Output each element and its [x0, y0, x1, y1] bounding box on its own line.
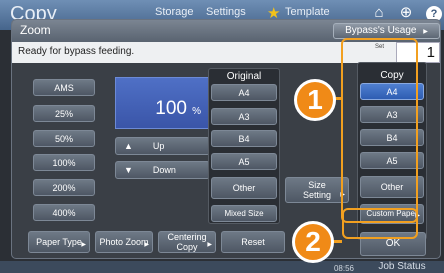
original-mixed-size-button[interactable]: Mixed Size [211, 205, 277, 222]
zoom-value: 100 [155, 98, 187, 119]
callout-badge-2: 2 [292, 221, 334, 263]
zoom-400-button[interactable]: 400% [33, 204, 95, 221]
paper-type-button[interactable]: Paper Type ▶ [28, 231, 90, 253]
callout-badge-1: 1 [294, 79, 336, 121]
original-other-button[interactable]: Other [211, 177, 277, 199]
zoom-100-button[interactable]: 100% [33, 154, 95, 171]
bypass-usage-button[interactable]: Bypass's Usage ▶ [333, 23, 440, 39]
zoom-down-button[interactable]: ▼ Down [115, 161, 210, 179]
job-status-button[interactable]: Job Status [360, 261, 444, 273]
status-message: Ready for bypass feeding. [18, 46, 135, 57]
arrow-icon: ▶ [81, 242, 86, 248]
original-a5-button[interactable]: A5 [211, 153, 277, 170]
ok-highlight-frame [342, 208, 418, 239]
original-b4-button[interactable]: B4 [211, 130, 277, 147]
original-a3-button[interactable]: A3 [211, 108, 277, 125]
copy-highlight-frame [341, 38, 418, 223]
zoom-down-label: Down [152, 165, 176, 175]
dialog-title: Zoom [20, 23, 51, 37]
tab-storage[interactable]: Storage [155, 6, 194, 18]
zoom-25-button[interactable]: 25% [33, 105, 95, 122]
tab-settings[interactable]: Settings [206, 6, 246, 18]
original-header: Original [226, 71, 262, 82]
zoom-up-button[interactable]: ▲ Up [115, 137, 210, 155]
zoom-ams-button[interactable]: AMS [33, 79, 95, 96]
photo-zoom-label: Photo Zoom [99, 237, 149, 247]
zoom-50-button[interactable]: 50% [33, 130, 95, 147]
clock-time: 08:56 [333, 264, 354, 273]
tab-template[interactable]: Template [285, 6, 330, 18]
photo-zoom-button[interactable]: Photo Zoom ▶ [95, 231, 153, 253]
zoom-200-button[interactable]: 200% [33, 179, 95, 196]
original-a4-button[interactable]: A4 [211, 84, 277, 101]
arrow-icon: ▶ [144, 242, 149, 248]
arrow-icon: ▶ [423, 29, 428, 35]
triangle-up-icon: ▲ [124, 141, 133, 151]
paper-type-label: Paper Type [36, 237, 82, 247]
arrow-icon: ▶ [207, 242, 212, 248]
reset-button[interactable]: Reset [221, 231, 285, 253]
centering-copy-label: Centering Copy [167, 232, 207, 252]
bypass-usage-label: Bypass's Usage [345, 25, 417, 36]
size-setting-button[interactable]: Size Setting ▶ [285, 177, 349, 203]
size-setting-label: Size Setting [302, 180, 332, 200]
triangle-down-icon: ▼ [124, 165, 133, 175]
zoom-up-label: Up [152, 141, 165, 151]
zoom-unit: % [192, 106, 201, 117]
zoom-value-display: 100 % [115, 77, 210, 129]
centering-copy-button[interactable]: Centering Copy ▶ [158, 231, 216, 253]
